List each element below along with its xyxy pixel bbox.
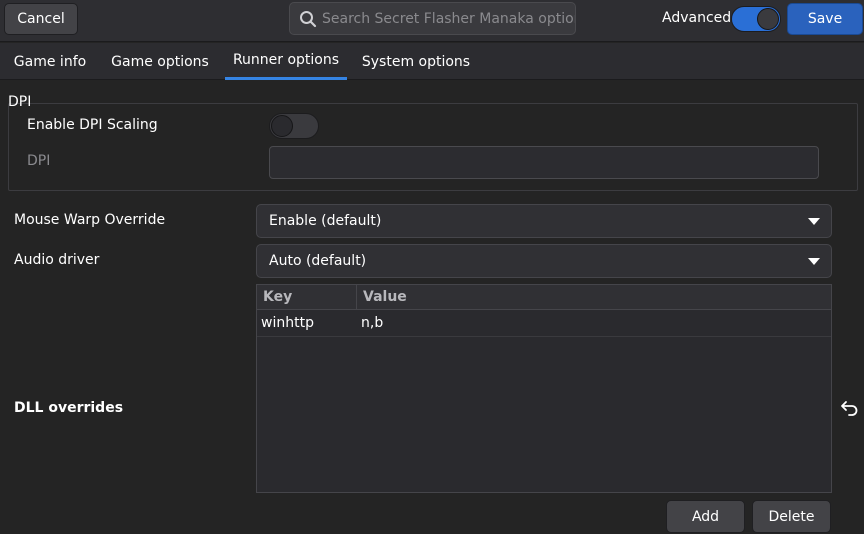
advanced-label: Advanced — [662, 10, 732, 26]
advanced-toggle[interactable] — [731, 6, 781, 32]
dpi-frame-label: DPI — [8, 94, 32, 110]
table-row[interactable]: winhttp n,b — [257, 310, 831, 337]
mouse-warp-dropdown[interactable]: Enable (default) — [256, 204, 832, 238]
chevron-down-icon — [808, 218, 820, 225]
add-button[interactable]: Add — [666, 500, 745, 533]
column-divider — [356, 285, 357, 310]
header-bar: Cancel Advanced Save — [0, 0, 864, 42]
column-header-value[interactable]: Value — [363, 289, 407, 305]
search-icon — [300, 10, 317, 27]
row-value-cell[interactable]: n,b — [361, 315, 383, 331]
mouse-warp-selected: Enable (default) — [269, 213, 382, 229]
delete-button[interactable]: Delete — [752, 500, 831, 533]
table-header: Key Value — [257, 285, 831, 310]
dll-overrides-table[interactable]: Key Value winhttp n,b — [256, 284, 832, 493]
enable-dpi-scaling-label: Enable DPI Scaling — [27, 117, 158, 133]
audio-driver-label: Audio driver — [14, 252, 100, 268]
search-box[interactable] — [289, 2, 576, 35]
dpi-input[interactable] — [269, 146, 819, 179]
audio-driver-selected: Auto (default) — [269, 253, 367, 269]
tab-game-info[interactable]: Game info — [4, 43, 96, 80]
reset-icon[interactable] — [840, 399, 860, 417]
mouse-warp-label: Mouse Warp Override — [14, 212, 166, 228]
chevron-down-icon — [808, 258, 820, 265]
dpi-label: DPI — [27, 153, 51, 169]
row-key-cell[interactable]: winhttp — [261, 315, 314, 331]
advanced-toggle-knob — [757, 8, 779, 30]
audio-driver-dropdown[interactable]: Auto (default) — [256, 244, 832, 278]
dll-overrides-label: DLL overrides — [14, 400, 124, 416]
column-header-key[interactable]: Key — [263, 289, 292, 305]
tab-runner-options[interactable]: Runner options — [225, 43, 347, 80]
tab-system-options[interactable]: System options — [356, 43, 476, 80]
save-button[interactable]: Save — [787, 3, 863, 35]
tab-game-options[interactable]: Game options — [104, 43, 216, 80]
tab-bar: Game info Game options Runner options Sy… — [0, 43, 864, 80]
enable-dpi-scaling-toggle[interactable] — [269, 113, 319, 139]
cancel-button[interactable]: Cancel — [4, 3, 78, 35]
dpi-toggle-knob — [271, 115, 293, 137]
search-input[interactable] — [322, 3, 575, 34]
